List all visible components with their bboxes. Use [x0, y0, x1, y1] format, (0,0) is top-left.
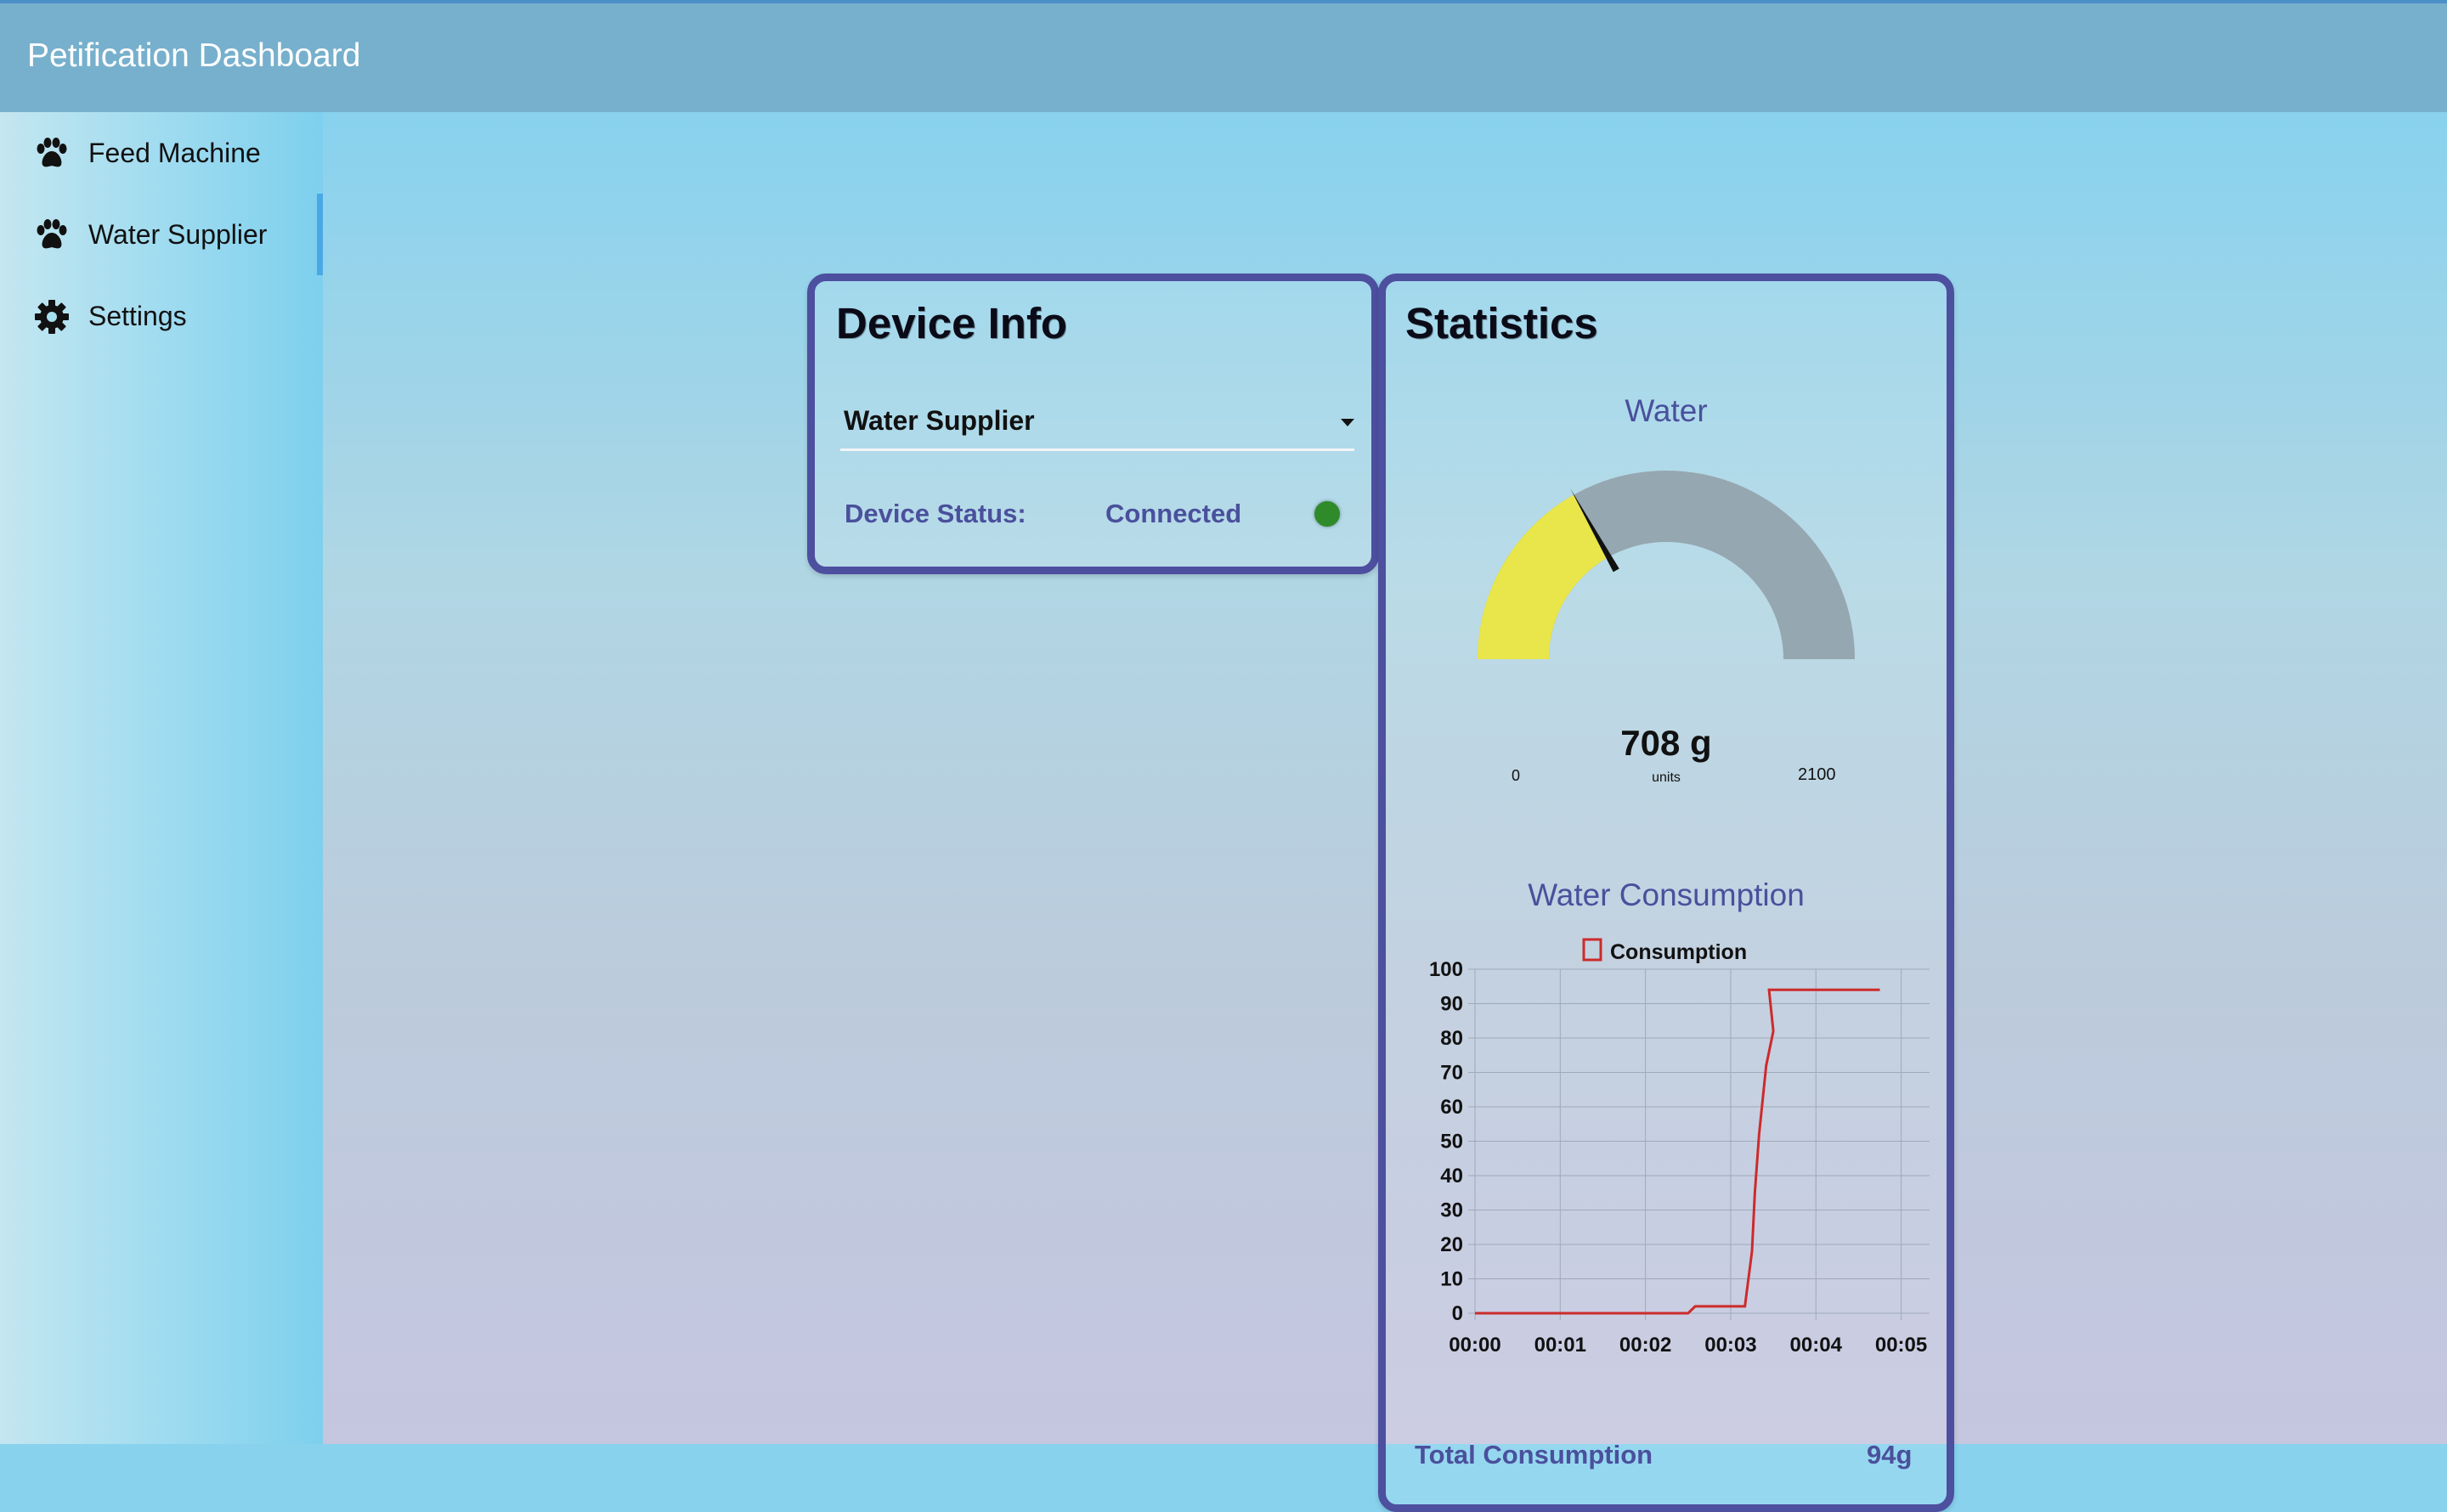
y-tick-label: 10 [1440, 1268, 1463, 1291]
status-indicator-dot [1314, 501, 1340, 527]
y-tick-label: 0 [1452, 1302, 1463, 1325]
sidebar-item-settings[interactable]: Settings [0, 275, 323, 357]
device-status-label: Device Status: [845, 499, 1026, 528]
chevron-down-icon [1341, 419, 1354, 426]
x-tick-label: 00:00 [1449, 1334, 1500, 1357]
sidebar-item-water-supplier[interactable]: Water Supplier [0, 194, 323, 275]
x-tick-label: 00:05 [1875, 1334, 1927, 1357]
y-tick-label: 70 [1440, 1062, 1463, 1085]
statistics-title: Statistics [1405, 299, 1598, 347]
y-tick-label: 90 [1440, 993, 1463, 1016]
x-tick-label: 00:04 [1790, 1334, 1843, 1357]
gauge-max-label: 2100 [1798, 765, 1836, 784]
y-tick-label: 50 [1440, 1131, 1463, 1154]
app-title: Petification Dashboard [27, 37, 361, 74]
y-tick-label: 80 [1440, 1027, 1463, 1050]
y-tick-label: 30 [1440, 1199, 1463, 1222]
gauge-min-label: 0 [1512, 767, 1521, 784]
y-tick-label: 60 [1440, 1096, 1463, 1119]
x-tick-label: 00:02 [1619, 1334, 1671, 1357]
sidebar: Feed Machine Water Supplier Settings [0, 112, 323, 1444]
total-consumption-value: 94g [1867, 1440, 1913, 1470]
y-tick-label: 20 [1440, 1233, 1463, 1256]
gauge-units: units [1652, 770, 1681, 785]
main-content: Device Info Water Supplier Device Status… [323, 112, 2447, 1512]
device-select-value: Water Supplier [844, 405, 1035, 436]
sidebar-item-label: Water Supplier [88, 218, 268, 250]
legend-swatch [1582, 938, 1602, 962]
top-bar: Petification Dashboard [0, 0, 2447, 112]
x-tick-label: 00:01 [1534, 1334, 1586, 1357]
legend-label: Consumption [1610, 940, 1747, 964]
paw-icon [37, 138, 67, 167]
gear-icon [35, 300, 69, 334]
sidebar-item-label: Feed Machine [88, 137, 261, 168]
device-info-card: Device Info Water Supplier Device Status… [807, 274, 1379, 574]
paw-icon [37, 219, 67, 249]
statistics-card: Statistics Water 708 g units 0 2100 Wate… [1378, 274, 1954, 1512]
y-tick-label: 100 [1429, 958, 1463, 981]
sidebar-item-label: Settings [88, 300, 187, 331]
device-status-value: Connected [1105, 499, 1242, 528]
y-tick-label: 40 [1440, 1165, 1463, 1188]
gauge-title: Water [1625, 393, 1708, 428]
consumption-chart: 0 10 20 30 40 50 60 70 80 90 100 00:00 00:01 00:02 00:… [1429, 938, 1930, 1357]
total-consumption-label: Total Consumption [1415, 1440, 1653, 1470]
chart-title: Water Consumption [1528, 877, 1805, 912]
sidebar-item-feed-machine[interactable]: Feed Machine [0, 112, 323, 194]
device-info-title: Device Info [836, 299, 1068, 347]
x-tick-label: 00:03 [1704, 1334, 1756, 1357]
device-select[interactable]: Water Supplier [840, 400, 1354, 451]
water-gauge [1478, 471, 1855, 659]
gauge-value: 708 g [1620, 723, 1712, 763]
